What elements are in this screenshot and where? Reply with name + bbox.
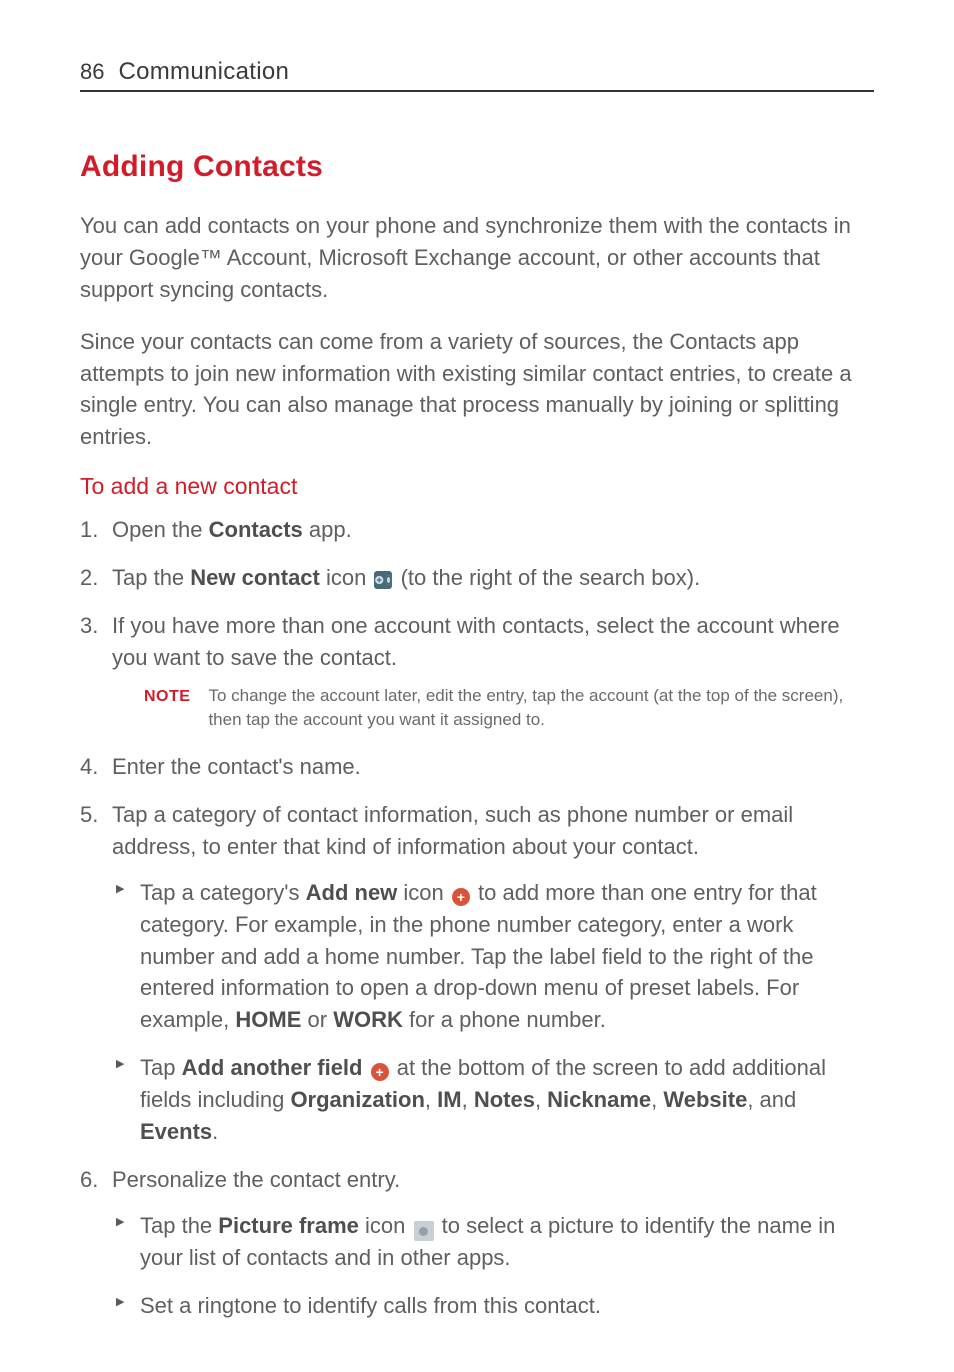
step-1-app-name: Contacts — [209, 517, 303, 542]
step-5-bullets: Tap a category's Add new icon + to add m… — [112, 877, 874, 1148]
s5b2-web: Website — [663, 1087, 747, 1112]
s6b2: Set a ringtone to identify calls from th… — [140, 1293, 601, 1318]
step-5-bullet-1: Tap a category's Add new icon + to add m… — [112, 877, 874, 1036]
s5b1-home: HOME — [235, 1007, 301, 1032]
s6b1-a: Tap the — [140, 1213, 218, 1238]
s5b1-a: Tap a category's — [140, 880, 306, 905]
main-heading: Adding Contacts — [80, 150, 874, 184]
page-header: 86 Communication — [80, 58, 874, 92]
new-contact-icon — [374, 571, 392, 589]
s5b2-notes: Notes — [474, 1087, 535, 1112]
step-1-text-b: app. — [303, 517, 352, 542]
page-number: 86 — [80, 59, 104, 85]
s5b1-d: or — [301, 1007, 333, 1032]
s5b1-addnew: Add new — [306, 880, 398, 905]
step-2-label: New contact — [190, 565, 320, 590]
s5b2-f: , — [535, 1087, 547, 1112]
s5b1-e: for a phone number. — [403, 1007, 606, 1032]
note-label: NOTE — [144, 684, 190, 708]
step-4-text: Enter the contact's name. — [112, 754, 361, 779]
s5b2-addfield: Add another field — [182, 1055, 363, 1080]
s5b1-b: icon — [397, 880, 450, 905]
step-1-text-a: Open the — [112, 517, 209, 542]
picture-frame-icon — [414, 1221, 434, 1241]
s5b2-d: , — [425, 1087, 437, 1112]
section-title: Communication — [118, 58, 289, 86]
step-2-text-c: (to the right of the search box). — [394, 565, 700, 590]
s5b2-g: , — [651, 1087, 663, 1112]
intro-paragraph-2: Since your contacts can come from a vari… — [80, 326, 874, 454]
s5b2-nick: Nickname — [547, 1087, 651, 1112]
s5b2-a: Tap — [140, 1055, 182, 1080]
steps-list: Open the Contacts app. Tap the New conta… — [80, 514, 874, 1321]
intro-paragraph-1: You can add contacts on your phone and s… — [80, 210, 874, 306]
step-3-text: If you have more than one account with c… — [112, 613, 840, 670]
step-3: If you have more than one account with c… — [80, 610, 874, 733]
s5b2-h: , and — [747, 1087, 796, 1112]
note-row: NOTE To change the account later, edit t… — [112, 684, 874, 733]
add-new-icon: + — [452, 888, 470, 906]
step-6-bullets: Tap the Picture frame icon to select a p… — [112, 1210, 874, 1322]
s5b2-im: IM — [437, 1087, 461, 1112]
s5b2-org: Organization — [290, 1087, 424, 1112]
s5b1-work: WORK — [333, 1007, 403, 1032]
step-6: Personalize the contact entry. Tap the P… — [80, 1164, 874, 1322]
s6b1-b: icon — [359, 1213, 412, 1238]
s5b2-i: . — [212, 1119, 218, 1144]
step-2-text-a: Tap the — [112, 565, 190, 590]
s6b1-pic: Picture frame — [218, 1213, 359, 1238]
s5b2-e: , — [462, 1087, 474, 1112]
note-text: To change the account later, edit the en… — [208, 684, 874, 733]
step-5-text: Tap a category of contact information, s… — [112, 802, 793, 859]
s5b2-events: Events — [140, 1119, 212, 1144]
step-5-bullet-2: Tap Add another field + at the bottom of… — [112, 1052, 874, 1148]
sub-heading: To add a new contact — [80, 473, 874, 500]
step-6-bullet-1: Tap the Picture frame icon to select a p… — [112, 1210, 874, 1274]
step-4: Enter the contact's name. — [80, 751, 874, 783]
step-1: Open the Contacts app. — [80, 514, 874, 546]
step-6-bullet-2: Set a ringtone to identify calls from th… — [112, 1290, 874, 1322]
add-another-field-icon: + — [371, 1063, 389, 1081]
step-2: Tap the New contact icon (to the right o… — [80, 562, 874, 594]
s5b2-b — [362, 1055, 368, 1080]
step-2-text-b: icon — [320, 565, 373, 590]
step-5: Tap a category of contact information, s… — [80, 799, 874, 1148]
step-6-text: Personalize the contact entry. — [112, 1167, 400, 1192]
